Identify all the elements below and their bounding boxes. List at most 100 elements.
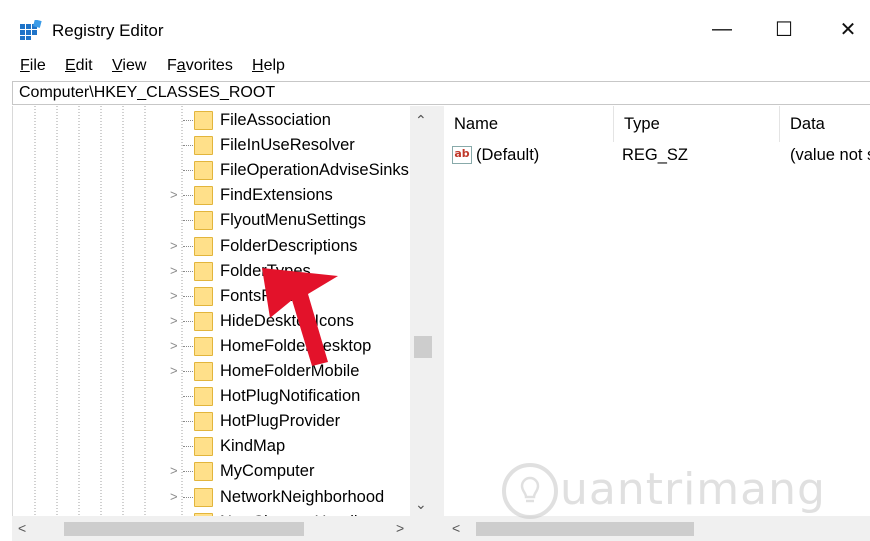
folder-icon	[194, 186, 213, 206]
folder-icon	[194, 437, 213, 457]
folder-icon	[194, 161, 213, 181]
expand-chevron-icon[interactable]: >	[170, 313, 178, 328]
tree-connector	[183, 195, 193, 197]
value-data: (value not set)	[790, 146, 870, 164]
tree-connector	[183, 446, 193, 448]
value-row[interactable]: ab (Default) REG_SZ (value not set)	[444, 144, 870, 168]
folder-icon	[194, 362, 213, 381]
folder-icon	[194, 487, 213, 507]
menu-file[interactable]: File	[20, 56, 46, 76]
tree-connector	[183, 120, 193, 121]
tree-item[interactable]: > FontsFolder	[13, 284, 413, 309]
minimize-icon: —	[712, 17, 732, 40]
tree-item[interactable]: > NetworkNeighborhood	[13, 485, 413, 510]
tree-connector	[183, 170, 193, 172]
expand-chevron-icon[interactable]: >	[170, 288, 178, 303]
window-title: Registry Editor	[52, 21, 164, 40]
folder-icon	[194, 261, 213, 281]
menu-help[interactable]: Help	[252, 56, 285, 76]
tree-item-label: HomeFolderMobile	[220, 362, 360, 380]
tree-item-label: FontsFolder	[220, 286, 309, 305]
tree-item[interactable]: > MyComputer	[13, 459, 413, 484]
tree-item-label: KindMap	[220, 437, 286, 456]
value-name: (Default)	[476, 146, 540, 164]
folder-icon	[194, 136, 213, 156]
maximize-button[interactable]: ☐	[762, 8, 806, 50]
folder-icon	[194, 211, 213, 231]
tree-item[interactable]: > HomeFolderMobile	[13, 359, 413, 384]
tree-item-label: FindExtensions	[220, 186, 333, 205]
value-type: REG_SZ	[622, 146, 689, 164]
column-header-type[interactable]: Type	[614, 106, 780, 142]
expand-chevron-icon[interactable]: >	[170, 263, 178, 278]
tree-item-label: FolderTypes	[220, 261, 311, 280]
folder-icon	[194, 387, 213, 407]
tree-vertical-scrollbar[interactable]: ⌃ ⌄	[410, 106, 438, 516]
close-button[interactable]: ✕	[826, 8, 870, 50]
tree-item-label: FlyoutMenuSettings	[220, 211, 366, 230]
tree-item[interactable]: FileInUseResolver	[13, 133, 413, 158]
tree-item[interactable]: HotPlugNotification	[13, 384, 413, 409]
scroll-right-icon[interactable]: >	[396, 520, 404, 536]
tree-item-label: FileAssociation	[220, 111, 331, 129]
tree-hscroll-thumb[interactable]	[64, 522, 304, 536]
menu-favorites[interactable]: Favorites	[167, 56, 233, 76]
expand-chevron-icon[interactable]: >	[170, 489, 178, 504]
tree-item[interactable]: HotPlugProvider	[13, 409, 413, 434]
folder-icon	[194, 111, 213, 130]
lightbulb-icon	[502, 463, 558, 519]
registry-editor-icon	[20, 20, 42, 40]
tree-item[interactable]: FileOperationAdviseSinks	[13, 158, 413, 183]
tree-connector	[183, 320, 193, 322]
scroll-down-icon[interactable]: ⌄	[415, 496, 427, 513]
close-icon: ✕	[839, 18, 857, 41]
tree-item[interactable]: > FindExtensions	[13, 183, 413, 208]
tree-item-label: MyComputer	[220, 462, 315, 481]
tree-item-label: FileOperationAdviseSinks	[220, 161, 409, 180]
tree-connector	[183, 396, 193, 398]
tree-item-label: FolderDescriptions	[220, 236, 358, 255]
menu-edit[interactable]: Edit	[65, 56, 93, 76]
address-bar[interactable]: Computer\HKEY_CLASSES_ROOT	[12, 81, 870, 105]
minimize-button[interactable]: —	[700, 8, 744, 50]
tree-connector	[183, 421, 193, 423]
tree-item-label: HotPlugProvider	[220, 412, 341, 431]
tree-connector	[183, 245, 193, 247]
scroll-left-icon[interactable]: <	[452, 520, 460, 536]
expand-chevron-icon[interactable]: >	[170, 338, 178, 353]
title-bar: Registry Editor — ☐ ✕	[0, 0, 870, 56]
tree-item-label: NetworkNeighborhood	[220, 487, 385, 506]
registry-tree[interactable]: FileAssociation FileInUseResolver FileOper…	[12, 106, 437, 516]
tree-connector	[183, 270, 193, 272]
tree-connector	[183, 145, 193, 147]
folder-icon	[194, 412, 213, 432]
folder-icon	[194, 462, 213, 482]
tree-item[interactable]: > FolderDescriptions	[13, 234, 413, 259]
scroll-left-icon[interactable]: <	[18, 520, 26, 536]
menu-bar: File Edit View Favorites Help	[0, 54, 870, 80]
column-header-name[interactable]: Name	[444, 106, 614, 142]
tree-item-label: HomeFolderDesktop	[220, 336, 372, 355]
tree-item[interactable]: > FolderTypes	[13, 259, 413, 284]
tree-item-label: HideDesktopIcons	[220, 311, 354, 330]
tree-item-label: FileInUseResolver	[220, 136, 355, 155]
expand-chevron-icon[interactable]: >	[170, 363, 178, 378]
string-value-icon: ab	[452, 146, 472, 164]
tree-horizontal-scrollbar[interactable]: < >	[12, 516, 438, 541]
expand-chevron-icon[interactable]: >	[170, 463, 178, 478]
tree-item[interactable]: > HomeFolderDesktop	[13, 334, 413, 359]
tree-item[interactable]: KindMap	[13, 434, 413, 459]
folder-icon	[194, 311, 213, 331]
tree-item[interactable]: FileAssociation	[13, 108, 413, 133]
expand-chevron-icon[interactable]: >	[170, 187, 178, 202]
column-header-data[interactable]: Data	[780, 106, 870, 142]
expand-chevron-icon[interactable]: >	[170, 238, 178, 253]
tree-scroll-thumb[interactable]	[414, 336, 432, 358]
scroll-up-icon[interactable]: ⌃	[415, 112, 427, 129]
tree-item[interactable]: > HideDesktopIcons	[13, 309, 413, 334]
menu-view[interactable]: View	[112, 56, 146, 76]
tree-item[interactable]: FlyoutMenuSettings	[13, 208, 413, 233]
folder-icon	[194, 236, 213, 256]
values-list[interactable]: Name Type Data ab (Default) REG_SZ (valu…	[444, 106, 870, 516]
tree-connector	[183, 371, 193, 372]
